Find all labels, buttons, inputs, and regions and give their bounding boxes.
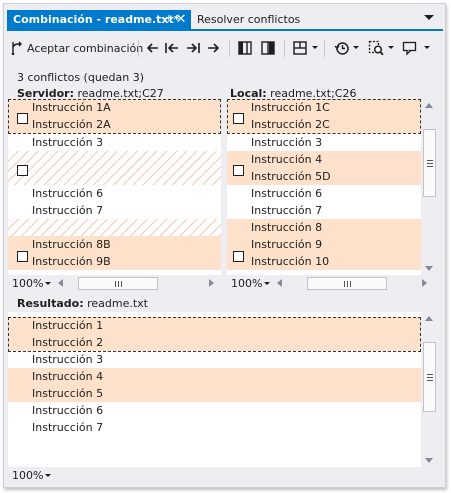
document-tab-strip: Combinación - readme.txt* ⊣ ✕ Resolver c… — [4, 4, 445, 32]
scroll-down-icon[interactable] — [425, 266, 433, 271]
server-empty-hatch — [8, 219, 221, 236]
pin-icon[interactable]: ⊣ — [159, 10, 171, 29]
accept-conflict-checkbox[interactable] — [233, 113, 244, 124]
merge-window: Combinación - readme.txt* ⊣ ✕ Resolver c… — [3, 3, 446, 488]
vertical-layout-icon[interactable] — [237, 40, 253, 56]
compare-icon[interactable] — [368, 40, 384, 56]
scroll-right-icon[interactable] — [209, 279, 214, 287]
tab-merge-label: Combinación - readme.txt* — [13, 13, 180, 26]
side-by-side-icon[interactable] — [260, 40, 276, 56]
toolbar-separator — [324, 40, 325, 57]
result-pane[interactable]: Instrucción 1 Instrucción 2 Instrucción … — [8, 312, 421, 467]
local-status-bar: 100% — [227, 275, 438, 292]
result-line: Instrucción 4 — [8, 368, 421, 385]
conflict-count: 3 conflictos (quedan 3) — [17, 71, 145, 84]
result-line: Instrucción 3 — [32, 353, 104, 366]
result-zoom[interactable]: 100% — [12, 469, 43, 482]
scroll-left-icon[interactable] — [277, 279, 282, 287]
server-line: Instrucción 7 — [32, 204, 104, 217]
scroll-right-icon[interactable] — [422, 279, 427, 287]
last-conflict-icon[interactable] — [185, 40, 201, 56]
server-zoom[interactable]: 100% — [12, 277, 43, 290]
close-icon[interactable]: ✕ — [175, 10, 187, 29]
local-line: Instrucción 3 — [251, 136, 323, 149]
chevron-down-icon[interactable] — [424, 15, 434, 20]
server-line: Instrucción 2A — [8, 116, 221, 133]
result-line: Instrucción 2 — [8, 334, 421, 351]
history-icon[interactable] — [334, 40, 350, 56]
accept-merge-label: Aceptar combinación — [27, 41, 144, 55]
toolbar-separator — [284, 40, 285, 57]
accept-merge-button[interactable]: Aceptar combinación — [10, 40, 143, 56]
layout-options-icon[interactable] — [292, 40, 308, 56]
merge-toolbar: Aceptar combinación — [4, 32, 445, 64]
local-vertical-scrollbar[interactable] — [421, 99, 438, 275]
tab-underline — [7, 29, 443, 31]
chevron-down-icon[interactable] — [264, 282, 270, 285]
result-header-label: Resultado: — [17, 297, 84, 310]
tab-resolve-conflicts[interactable]: Resolver conflictos — [197, 10, 300, 29]
result-pane-header: Resultado: readme.txt — [17, 297, 148, 310]
chevron-down-icon[interactable] — [312, 46, 318, 49]
accept-merge-icon — [11, 41, 22, 55]
prev-conflict-icon[interactable] — [145, 40, 161, 56]
local-line: Instrucción 2C — [227, 116, 421, 133]
result-unresolved-hatch — [32, 436, 421, 467]
comment-icon[interactable] — [402, 40, 418, 56]
scroll-left-icon[interactable] — [58, 279, 63, 287]
toolbar-separator — [138, 40, 139, 57]
local-zoom[interactable]: 100% — [231, 277, 262, 290]
result-line: Instrucción 7 — [32, 421, 104, 434]
chevron-down-icon[interactable] — [388, 46, 394, 49]
result-line: Instrucción 5 — [8, 385, 421, 402]
local-line: Instrucción 5D — [227, 168, 421, 185]
local-line: Instrucción 8 — [227, 219, 421, 236]
server-line: Instrucción 6 — [32, 187, 104, 200]
accept-conflict-checkbox[interactable] — [233, 165, 244, 176]
result-vertical-scrollbar[interactable] — [421, 312, 438, 467]
local-line: Instrucción 9 — [227, 236, 421, 253]
horizontal-scrollbar-thumb[interactable] — [307, 277, 387, 290]
first-conflict-icon[interactable] — [164, 40, 180, 56]
local-line: Instrucción 4 — [227, 151, 421, 168]
result-status-bar: 100% — [8, 467, 438, 484]
chevron-down-icon[interactable] — [353, 46, 359, 49]
tab-merge-readme[interactable]: Combinación - readme.txt* ⊣ ✕ — [7, 10, 191, 29]
accept-conflict-checkbox[interactable] — [17, 251, 28, 262]
accept-conflict-checkbox[interactable] — [17, 113, 28, 124]
toolbar-separator — [229, 40, 230, 57]
server-status-bar: 100% — [8, 275, 221, 292]
chevron-down-icon[interactable] — [45, 282, 51, 285]
local-line: Instrucción 6 — [251, 187, 323, 200]
server-line: Instrucción 9B — [8, 253, 221, 270]
local-line: Instrucción 7 — [251, 204, 323, 217]
horizontal-scrollbar-thumb[interactable] — [78, 277, 158, 290]
next-conflict-icon[interactable] — [205, 40, 221, 56]
result-line: Instrucción 6 — [32, 404, 104, 417]
local-line: Instrucción 1C — [227, 99, 421, 116]
scroll-up-icon[interactable] — [425, 316, 433, 321]
server-empty-hatch — [8, 151, 221, 185]
local-line: Instrucción 10 — [227, 253, 421, 270]
scroll-up-icon[interactable] — [425, 103, 433, 108]
chevron-down-icon[interactable] — [424, 46, 430, 49]
accept-conflict-checkbox[interactable] — [17, 165, 28, 176]
scroll-down-icon[interactable] — [425, 458, 433, 463]
result-line: Instrucción 1 — [8, 317, 421, 334]
result-file-label: readme.txt — [83, 297, 148, 310]
tab-resolve-label: Resolver conflictos — [197, 13, 301, 26]
accept-conflict-checkbox[interactable] — [233, 251, 244, 262]
server-line: Instrucción 3 — [32, 136, 104, 149]
vertical-scrollbar-thumb[interactable] — [423, 342, 436, 412]
server-line: Instrucción 1A — [8, 99, 221, 116]
chevron-down-icon[interactable] — [45, 474, 51, 477]
server-pane[interactable]: Instrucción 1A Instrucción 2A Instrucció… — [8, 99, 221, 275]
local-pane[interactable]: Instrucción 1C Instrucción 2C Instrucció… — [227, 99, 421, 275]
vertical-scrollbar-thumb[interactable] — [423, 129, 436, 197]
server-line: Instrucción 8B — [8, 236, 221, 253]
